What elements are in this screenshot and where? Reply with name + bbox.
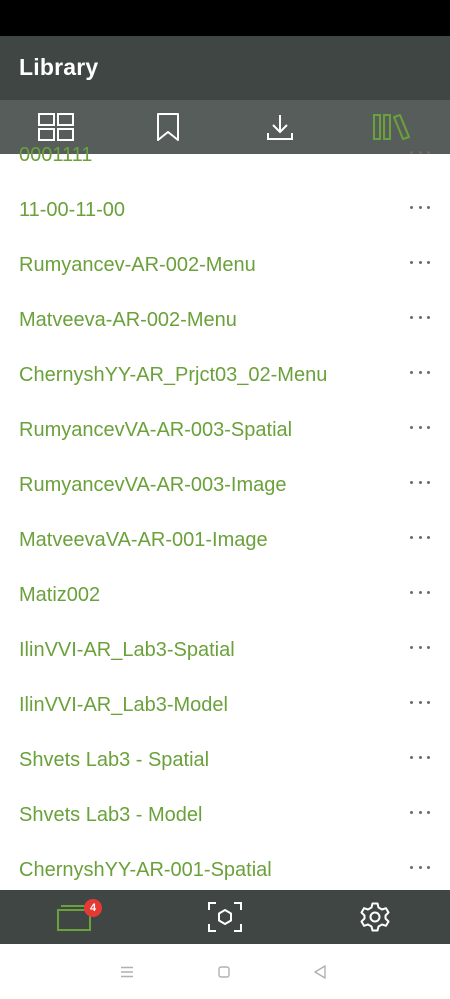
more-options-icon[interactable] xyxy=(410,692,430,712)
settings-icon xyxy=(360,902,390,932)
more-options-icon[interactable] xyxy=(410,362,430,382)
scan-icon xyxy=(208,902,242,932)
list-item[interactable]: 11-00-11-00 xyxy=(0,184,450,239)
item-title: RumyancevVA-AR-003-Spatial xyxy=(19,419,293,441)
back-button[interactable] xyxy=(310,962,330,982)
bottom-nav: 4 xyxy=(0,890,450,944)
list-item[interactable]: Shvets Lab3 - Spatial xyxy=(0,734,450,789)
more-options-icon[interactable] xyxy=(410,747,430,767)
system-nav-bar xyxy=(0,944,450,999)
list-item[interactable]: ChernyshYY-AR-001-Spatial xyxy=(0,844,450,890)
list-item[interactable]: Matveeva-AR-002-Menu xyxy=(0,294,450,349)
item-title: IlinVVI-AR_Lab3-Spatial xyxy=(19,639,235,661)
library-list[interactable]: 0001111 11-00-11-00 Rumyancev-AR-002-Menu M… xyxy=(0,136,450,890)
notification-badge: 4 xyxy=(84,899,102,917)
more-options-icon[interactable] xyxy=(410,802,430,822)
more-options-icon[interactable] xyxy=(410,857,430,877)
recent-apps-button[interactable] xyxy=(117,962,137,982)
item-title: ChernyshYY-AR_Prjct03_02-Menu xyxy=(19,364,328,386)
item-title: RumyancevVA-AR-003-Image xyxy=(19,474,287,496)
item-title: ChernyshYY-AR-001-Spatial xyxy=(19,859,272,881)
more-options-icon[interactable] xyxy=(410,582,430,602)
list-item[interactable]: IlinVVI-AR_Lab3-Model xyxy=(0,679,450,734)
item-title: Rumyancev-AR-002-Menu xyxy=(19,254,256,276)
more-options-icon[interactable] xyxy=(410,472,430,492)
projects-button[interactable]: 4 xyxy=(0,890,150,944)
item-title: Matiz002 xyxy=(19,584,101,606)
more-options-icon[interactable] xyxy=(410,637,430,657)
home-icon xyxy=(218,966,230,978)
item-title: MatveevaVA-AR-001-Image xyxy=(19,529,268,551)
item-title: Matveeva-AR-002-Menu xyxy=(19,309,237,331)
more-options-icon[interactable] xyxy=(410,417,430,437)
item-title: IlinVVI-AR_Lab3-Model xyxy=(19,694,228,716)
app-header: Library xyxy=(0,36,450,100)
item-title: Shvets Lab3 - Spatial xyxy=(19,749,210,771)
list-item[interactable]: 0001111 xyxy=(0,136,450,184)
status-bar xyxy=(0,0,450,36)
menu-icon xyxy=(121,966,133,978)
more-options-icon[interactable] xyxy=(410,252,430,272)
list-item[interactable]: RumyancevVA-AR-003-Spatial xyxy=(0,404,450,459)
home-button[interactable] xyxy=(214,962,234,982)
list-item[interactable]: IlinVVI-AR_Lab3-Spatial xyxy=(0,624,450,679)
item-title: Shvets Lab3 - Model xyxy=(19,804,203,826)
list-item[interactable]: Rumyancev-AR-002-Menu xyxy=(0,239,450,294)
list-item[interactable]: ChernyshYY-AR_Prjct03_02-Menu xyxy=(0,349,450,404)
more-options-icon[interactable] xyxy=(410,142,430,162)
list-item[interactable]: MatveevaVA-AR-001-Image xyxy=(0,514,450,569)
page-title: Library xyxy=(19,54,99,80)
settings-button[interactable] xyxy=(300,890,450,944)
scan-button[interactable] xyxy=(150,890,300,944)
list-item[interactable]: Matiz002 xyxy=(0,569,450,624)
list-item[interactable]: Shvets Lab3 - Model xyxy=(0,789,450,844)
item-title: 0001111 xyxy=(19,144,93,166)
item-title: 11-00-11-00 xyxy=(19,199,125,221)
more-options-icon[interactable] xyxy=(410,197,430,217)
more-options-icon[interactable] xyxy=(410,307,430,327)
back-icon xyxy=(314,965,326,979)
list-item[interactable]: RumyancevVA-AR-003-Image xyxy=(0,459,450,514)
more-options-icon[interactable] xyxy=(410,527,430,547)
